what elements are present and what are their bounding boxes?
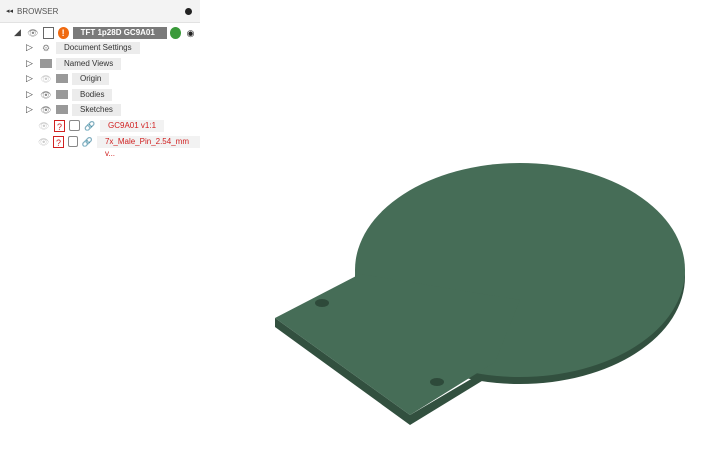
component-icon [42, 26, 54, 39]
component-icon [67, 136, 78, 147]
tree-item-document-settings[interactable]: ▷ ⚙ Document Settings [26, 41, 140, 54]
tree-item-bodies[interactable]: ▷ 👁 Bodies [26, 88, 113, 101]
folder-icon [56, 105, 68, 114]
tree-item-male-pin[interactable]: 👁? 🔗 7x_Male_Pin_2.54_mm v... [38, 135, 201, 158]
item-label: Origin [72, 72, 110, 85]
eye-icon[interactable]: 👁 [40, 89, 52, 101]
item-label: Named Views [56, 57, 122, 70]
missing-question-icon: ? [54, 119, 65, 132]
expand-triangle-icon[interactable]: ▷ [26, 89, 34, 100]
item-label: Bodies [72, 88, 113, 101]
root-label[interactable]: TFT 1p28D GC9A01 v... [72, 26, 168, 49]
expanded-triangle-icon[interactable]: ◢ [14, 27, 21, 38]
item-label: 7x_Male_Pin_2.54_mm v... [96, 135, 201, 158]
tree-item-origin[interactable]: ▷ 👁 Origin [26, 72, 110, 85]
tree-item-sketches[interactable]: ▷ 👁 Sketches [26, 103, 121, 116]
browser-header: ◂◂ BROWSER [0, 0, 200, 23]
active-user-icon [170, 26, 182, 39]
tree-item-gc9a01[interactable]: 👁? 🔗 GC9A01 v1:1 [38, 119, 165, 132]
tree-root[interactable]: ◢ 👁 ! TFT 1p28D GC9A01 v... ◉ [14, 26, 200, 49]
minus-icon[interactable] [185, 7, 192, 15]
collapse-icon[interactable]: ◂◂ [6, 7, 13, 15]
viewport-3d[interactable] [0, 0, 702, 469]
warning-icon: ! [57, 26, 69, 39]
expand-triangle-icon[interactable]: ▷ [26, 104, 34, 115]
pcb-body [275, 163, 685, 425]
item-label: GC9A01 v1:1 [100, 119, 165, 132]
tree-item-named-views[interactable]: ▷ Named Views [26, 57, 122, 70]
expand-triangle-icon[interactable]: ▷ [26, 58, 34, 69]
folder-icon [56, 90, 68, 99]
eye-hidden-icon[interactable]: 👁 [38, 136, 49, 148]
item-label: Sketches [72, 103, 121, 116]
eye-icon[interactable]: 👁 [27, 27, 38, 39]
expand-triangle-icon[interactable]: ▷ [26, 73, 34, 84]
eye-icon[interactable]: 👁 [40, 104, 52, 116]
gear-icon: ⚙ [41, 42, 51, 53]
link-icon: 🔗 [81, 136, 93, 147]
eye-hidden-icon[interactable]: 👁 [38, 120, 50, 132]
mounting-hole [430, 378, 444, 386]
expand-triangle-icon[interactable]: ▷ [26, 42, 34, 53]
folder-icon [56, 74, 68, 83]
folder-icon [40, 59, 52, 68]
component-icon [69, 120, 80, 131]
browser-panel: ◂◂ BROWSER ◢ 👁 ! TFT 1p28D GC9A01 v... ◉… [0, 0, 201, 158]
browser-title: BROWSER [17, 6, 59, 16]
eye-hidden-icon[interactable]: 👁 [40, 73, 52, 85]
mounting-hole [315, 299, 329, 307]
missing-question-icon: ? [53, 135, 64, 148]
item-label: Document Settings [56, 41, 140, 54]
link-icon: 🔗 [84, 120, 96, 131]
activate-radio-icon[interactable]: ◉ [185, 27, 196, 39]
